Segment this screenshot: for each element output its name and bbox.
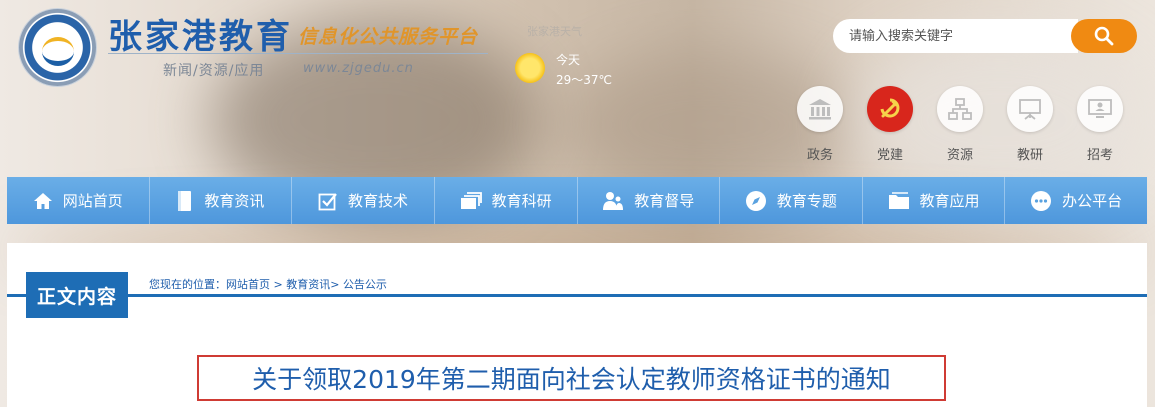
nav-item-office[interactable]: 办公平台 bbox=[1005, 177, 1147, 224]
nav-item-label: 网站首页 bbox=[62, 192, 123, 210]
main-nav: 网站首页 教育资讯 教育技术 教育科研 教育督导 教育专题 教育应用 办公平台 bbox=[7, 177, 1147, 224]
quick-link-government[interactable]: 政务 bbox=[795, 86, 845, 163]
book-icon bbox=[178, 190, 192, 211]
site-subtitle: 信息化公共服务平台 bbox=[298, 26, 479, 48]
site-tagline: 新闻/资源/应用 bbox=[163, 63, 265, 79]
weather-label: 张家港天气 bbox=[527, 25, 582, 38]
nav-item-label: 办公平台 bbox=[1062, 192, 1123, 210]
quick-link-research[interactable]: 教研 bbox=[1005, 86, 1055, 163]
site-url: www.zjgedu.cn bbox=[303, 61, 414, 76]
checkbox-icon bbox=[318, 192, 337, 210]
compass-icon bbox=[745, 190, 766, 211]
nav-item-label: 教育应用 bbox=[919, 192, 980, 210]
nav-item-home[interactable]: 网站首页 bbox=[7, 177, 150, 224]
search-input[interactable] bbox=[833, 19, 1078, 53]
site-logo[interactable] bbox=[19, 9, 96, 86]
hierarchy-icon bbox=[937, 86, 983, 132]
nav-item-label: 教育技术 bbox=[348, 192, 409, 210]
stacked-cards-icon bbox=[460, 191, 482, 209]
exam-computer-icon bbox=[1077, 86, 1123, 132]
breadcrumb-separator: > bbox=[330, 278, 343, 291]
quick-link-label: 政务 bbox=[806, 148, 833, 163]
nav-item-tech[interactable]: 教育技术 bbox=[292, 177, 435, 224]
quick-link-label: 招考 bbox=[1086, 148, 1113, 163]
nav-item-news[interactable]: 教育资讯 bbox=[150, 177, 293, 224]
nav-item-apps[interactable]: 教育应用 bbox=[863, 177, 1006, 224]
sun-icon bbox=[515, 53, 545, 83]
breadcrumb-separator: > bbox=[270, 278, 287, 291]
nav-item-label: 教育督导 bbox=[634, 192, 695, 210]
quick-link-exams[interactable]: 招考 bbox=[1075, 86, 1125, 163]
nav-item-label: 教育科研 bbox=[491, 192, 552, 210]
section-divider bbox=[7, 294, 1147, 297]
nav-item-label: 教育专题 bbox=[776, 192, 837, 210]
weather-day: 今天 bbox=[556, 53, 581, 67]
breadcrumb-news[interactable]: 教育资讯 bbox=[286, 278, 330, 291]
nav-item-research[interactable]: 教育科研 bbox=[435, 177, 578, 224]
folder-icon bbox=[888, 191, 909, 209]
quick-link-label: 党建 bbox=[876, 148, 903, 163]
breadcrumb-prefix: 您现在的位置： bbox=[149, 278, 226, 291]
quick-link-resources[interactable]: 资源 bbox=[935, 86, 985, 163]
nav-item-supervision[interactable]: 教育督导 bbox=[578, 177, 721, 224]
content-panel: 正文内容 您现在的位置：网站首页 > 教育资讯> 公告公示 关于领取2019年第… bbox=[7, 243, 1147, 407]
title-divider bbox=[108, 53, 488, 54]
party-emblem-icon bbox=[867, 86, 913, 132]
breadcrumb-announcements[interactable]: 公告公示 bbox=[343, 278, 387, 291]
breadcrumb-home[interactable]: 网站首页 bbox=[226, 278, 270, 291]
article-title: 关于领取2019年第二期面向社会认定教师资格证书的通知 bbox=[197, 355, 946, 401]
government-building-icon bbox=[797, 86, 843, 132]
search-icon bbox=[1094, 26, 1114, 46]
quick-link-label: 教研 bbox=[1016, 148, 1043, 163]
search-button[interactable] bbox=[1071, 19, 1137, 53]
chat-icon bbox=[1031, 190, 1052, 211]
site-title: 张家港教育 bbox=[108, 17, 293, 57]
quick-link-label: 资源 bbox=[946, 148, 973, 163]
home-icon bbox=[33, 192, 52, 209]
presentation-board-icon bbox=[1007, 86, 1053, 132]
nav-item-topics[interactable]: 教育专题 bbox=[720, 177, 863, 224]
section-title: 正文内容 bbox=[26, 272, 128, 318]
nav-item-label: 教育资讯 bbox=[204, 192, 265, 210]
quick-link-party[interactable]: 党建 bbox=[865, 86, 915, 163]
breadcrumb: 您现在的位置：网站首页 > 教育资讯> 公告公示 bbox=[149, 276, 387, 292]
weather-temperature: 29～37℃ bbox=[556, 73, 613, 87]
users-icon bbox=[603, 191, 624, 210]
